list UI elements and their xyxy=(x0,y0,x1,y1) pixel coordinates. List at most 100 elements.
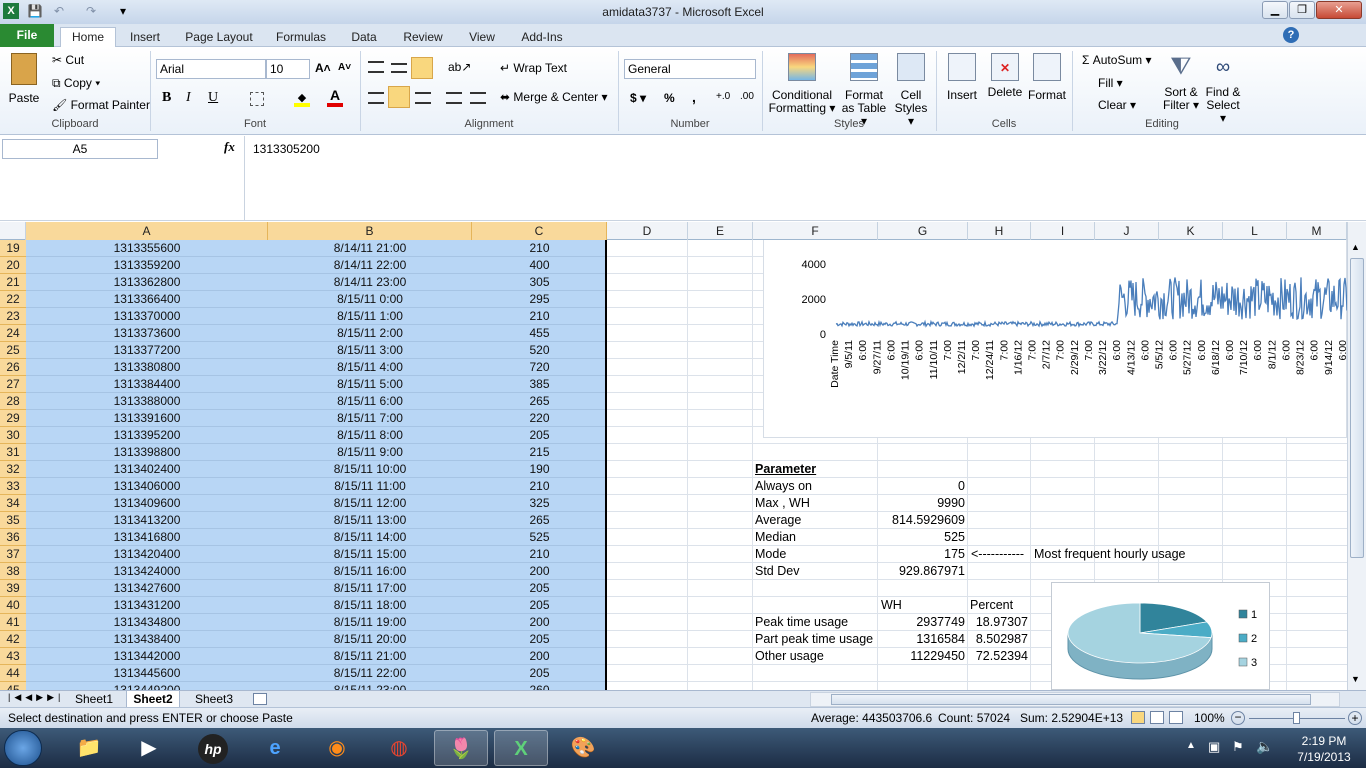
align-bottom-icon[interactable] xyxy=(411,57,433,79)
row-header[interactable]: 20 xyxy=(0,257,26,274)
cell-a[interactable]: 1313449200 xyxy=(26,682,268,690)
usage-percent[interactable]: 18.97307 xyxy=(968,614,1028,631)
horizontal-scrollbar[interactable] xyxy=(810,692,1340,707)
sort-filter-button[interactable]: ⧨ Sort & Filter ▾ xyxy=(1160,53,1202,112)
param-value[interactable]: 814.5929609 xyxy=(878,512,965,529)
cell-b[interactable]: 8/15/11 9:00 xyxy=(268,444,472,461)
insert-cells-button[interactable]: Insert xyxy=(942,53,982,102)
sheet-tab-sheet1[interactable]: Sheet1 xyxy=(70,691,118,708)
align-left-icon[interactable] xyxy=(368,92,384,104)
align-middle-icon[interactable] xyxy=(391,63,407,73)
close-button[interactable]: ✕ xyxy=(1316,1,1362,19)
tab-add-ins[interactable]: Add-Ins xyxy=(514,28,570,47)
comma-button[interactable]: , xyxy=(692,89,696,105)
zoom-slider[interactable] xyxy=(1249,712,1345,724)
cell-c[interactable]: 210 xyxy=(472,478,607,495)
param-label[interactable]: Always on xyxy=(755,478,877,495)
increase-indent-icon[interactable] xyxy=(470,92,486,104)
cell-c[interactable]: 210 xyxy=(472,240,607,257)
orientation-icon[interactable]: ab↗ xyxy=(448,60,471,74)
align-top-icon[interactable] xyxy=(368,61,384,73)
tray-flag-icon[interactable]: ⚑ xyxy=(1232,739,1244,755)
row-header[interactable]: 30 xyxy=(0,427,26,444)
cut-button[interactable]: ✂ Cut xyxy=(52,53,84,67)
cell-b[interactable]: 8/14/11 22:00 xyxy=(268,257,472,274)
cell-b[interactable]: 8/15/11 1:00 xyxy=(268,308,472,325)
tray-arrow-icon[interactable]: ▲ xyxy=(1186,740,1196,751)
clock-time[interactable]: 2:19 PM xyxy=(1284,734,1364,748)
cell-c[interactable]: 525 xyxy=(472,529,607,546)
cell-a[interactable]: 1313434800 xyxy=(26,614,268,631)
cell-c[interactable]: 190 xyxy=(472,461,607,478)
firefox-icon[interactable]: ◉ xyxy=(310,730,364,766)
autosum-button[interactable]: Σ AutoSum ▾ xyxy=(1082,53,1151,67)
table-row[interactable]: 1313373600 8/15/11 2:00 455 xyxy=(26,325,606,342)
table-row[interactable]: 1313380800 8/15/11 4:00 720 xyxy=(26,359,606,376)
tab-view[interactable]: View xyxy=(462,28,502,47)
table-row[interactable]: 1313362800 8/14/11 23:00 305 xyxy=(26,274,606,291)
tulip-app-icon[interactable]: 🌷 xyxy=(434,730,488,766)
cell-a[interactable]: 1313362800 xyxy=(26,274,268,291)
cell-a[interactable]: 1313424000 xyxy=(26,563,268,580)
table-row[interactable]: 1313434800 8/15/11 19:00 200 xyxy=(26,614,606,631)
tab-home[interactable]: Home xyxy=(60,27,116,47)
column-header-b[interactable]: B xyxy=(268,222,472,240)
table-row[interactable]: 1313413200 8/15/11 13:00 265 xyxy=(26,512,606,529)
row-header[interactable]: 41 xyxy=(0,614,26,631)
cell-b[interactable]: 8/15/11 8:00 xyxy=(268,427,472,444)
row-header[interactable]: 19 xyxy=(0,240,26,257)
shrink-font-button[interactable]: A˅ xyxy=(338,62,351,73)
cell-c[interactable]: 210 xyxy=(472,308,607,325)
cell-b[interactable]: 8/15/11 7:00 xyxy=(268,410,472,427)
wrap-text-button[interactable]: ↵ Wrap Text xyxy=(500,61,567,75)
table-row[interactable]: 1313366400 8/15/11 0:00 295 xyxy=(26,291,606,308)
row-header[interactable]: 33 xyxy=(0,478,26,495)
row-header[interactable]: 22 xyxy=(0,291,26,308)
page-break-view-icon[interactable] xyxy=(1169,711,1183,724)
cell-c[interactable]: 205 xyxy=(472,665,607,682)
table-row[interactable]: 1313406000 8/15/11 11:00 210 xyxy=(26,478,606,495)
currency-button[interactable]: $ ▾ xyxy=(630,91,646,105)
media-player-icon[interactable]: ▶ xyxy=(122,730,176,766)
param-value[interactable]: 9990 xyxy=(878,495,965,512)
table-row[interactable]: 1313391600 8/15/11 7:00 220 xyxy=(26,410,606,427)
row-header[interactable]: 31 xyxy=(0,444,26,461)
cell-b[interactable]: 8/15/11 0:00 xyxy=(268,291,472,308)
row-header[interactable]: 43 xyxy=(0,648,26,665)
row-header[interactable]: 44 xyxy=(0,665,26,682)
table-row[interactable]: 1313427600 8/15/11 17:00 205 xyxy=(26,580,606,597)
scroll-up-arrow[interactable]: ▲ xyxy=(1351,242,1360,252)
cell-a[interactable]: 1313395200 xyxy=(26,427,268,444)
select-all-corner[interactable] xyxy=(0,222,26,240)
font-name-combo[interactable]: Arial xyxy=(156,59,266,79)
delete-cells-button[interactable]: ✕ Delete xyxy=(984,53,1026,99)
cell-c[interactable]: 455 xyxy=(472,325,607,342)
page-layout-view-icon[interactable] xyxy=(1150,711,1164,724)
number-format-combo[interactable]: General xyxy=(624,59,756,79)
column-header-i[interactable]: I xyxy=(1031,222,1095,240)
start-button[interactable] xyxy=(4,730,42,766)
usage-line-chart[interactable]: 4000 2000 0 Date Time 9/5/11 6:00 9/27/11 6:00 1… xyxy=(763,240,1349,438)
sheet-tab-sheet3[interactable]: Sheet3 xyxy=(190,691,238,708)
copy-button[interactable]: ⧉ Copy ▾ xyxy=(52,76,100,91)
row-header[interactable]: 26 xyxy=(0,359,26,376)
zoom-slider-thumb[interactable] xyxy=(1293,712,1300,724)
scroll-down-arrow[interactable]: ▼ xyxy=(1351,674,1360,684)
clear-button[interactable]: Clear ▾ xyxy=(1098,98,1136,112)
row-header[interactable]: 24 xyxy=(0,325,26,342)
cell-b[interactable]: 8/14/11 21:00 xyxy=(268,240,472,257)
cell-a[interactable]: 1313377200 xyxy=(26,342,268,359)
table-row[interactable]: 1313424000 8/15/11 16:00 200 xyxy=(26,563,606,580)
param-value[interactable]: 525 xyxy=(878,529,965,546)
cell-b[interactable]: 8/15/11 17:00 xyxy=(268,580,472,597)
insert-function-icon[interactable]: fx xyxy=(224,139,235,155)
cell-a[interactable]: 1313359200 xyxy=(26,257,268,274)
table-row[interactable]: 1313409600 8/15/11 12:00 325 xyxy=(26,495,606,512)
table-row[interactable]: 1313420400 8/15/11 15:00 210 xyxy=(26,546,606,563)
table-row[interactable]: 1313416800 8/15/11 14:00 525 xyxy=(26,529,606,546)
cell-c[interactable]: 520 xyxy=(472,342,607,359)
cell-c[interactable]: 205 xyxy=(472,580,607,597)
column-header-c[interactable]: C xyxy=(472,222,607,240)
percent-button[interactable]: % xyxy=(664,91,675,105)
param-label[interactable]: Mode xyxy=(755,546,877,563)
